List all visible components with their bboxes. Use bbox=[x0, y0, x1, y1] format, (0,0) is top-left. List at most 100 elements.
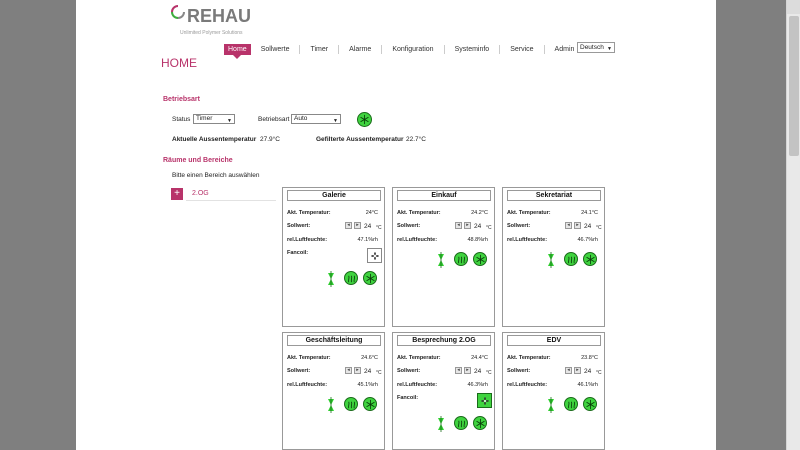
nav-sollwerte[interactable]: Sollwerte bbox=[257, 44, 294, 55]
setpoint-decrease-button[interactable]: ◂ bbox=[345, 222, 352, 229]
setpoint-unit: °C bbox=[486, 225, 492, 231]
chevron-down-icon: ▼ bbox=[607, 46, 612, 52]
snowflake-icon bbox=[365, 399, 375, 409]
app-page: REHAU Unlimited Polymer Solutions Home S… bbox=[76, 0, 716, 450]
language-select[interactable]: Deutsch ▼ bbox=[577, 42, 615, 53]
setpoint-increase-button[interactable]: ▸ bbox=[354, 222, 361, 229]
setpoint-value: 24 bbox=[364, 368, 372, 375]
room-card[interactable]: Sekretariat Akt. Temperatur: 24.1°C Sollwer… bbox=[502, 187, 605, 327]
room-name: Sekretariat bbox=[507, 190, 601, 201]
snowflake-icon bbox=[585, 254, 595, 264]
heating-indicator bbox=[564, 397, 578, 411]
setpoint-value: 24 bbox=[584, 368, 592, 375]
setpoint-unit: °C bbox=[376, 370, 382, 376]
setpoint-label: Sollwert: bbox=[287, 368, 311, 374]
setpoint-increase-button[interactable]: ▸ bbox=[354, 367, 361, 374]
valve-icon bbox=[548, 397, 554, 413]
setpoint-increase-button[interactable]: ▸ bbox=[574, 222, 581, 229]
outdoor-temp-value: 27.9°C bbox=[260, 136, 280, 143]
heating-wave-icon bbox=[347, 275, 355, 282]
temp-value: 24.4°C bbox=[471, 355, 488, 361]
setpoint-increase-button[interactable]: ▸ bbox=[574, 367, 581, 374]
status-select[interactable]: Timer ▼ bbox=[193, 114, 235, 124]
room-name: Galerie bbox=[287, 190, 381, 201]
temp-value: 24.6°C bbox=[361, 355, 378, 361]
room-name: Geschäftsleitung bbox=[287, 335, 381, 346]
humidity-label: rel.Luftfeuchte: bbox=[397, 237, 438, 243]
nav-konfiguration[interactable]: Konfiguration bbox=[388, 44, 437, 55]
cooling-indicator bbox=[473, 416, 487, 430]
nav-separator bbox=[443, 44, 445, 54]
area-label: 2.OG bbox=[192, 190, 209, 197]
setpoint-increase-button[interactable]: ▸ bbox=[464, 367, 471, 374]
rehau-logo: REHAU Unlimited Polymer Solutions bbox=[170, 4, 252, 40]
valve-icon bbox=[438, 416, 444, 432]
status-label: Status bbox=[172, 116, 191, 123]
room-card[interactable]: EDV Akt. Temperatur: 23.8°C Sollwert: ◂ ▸ 24 °C… bbox=[502, 332, 605, 450]
area-item-2og[interactable]: 2.OG bbox=[186, 187, 276, 201]
temp-value: 24.1°C bbox=[581, 210, 598, 216]
setpoint-unit: °C bbox=[486, 370, 492, 376]
temp-label: Akt. Temperatur: bbox=[507, 355, 551, 361]
temp-label: Akt. Temperatur: bbox=[287, 355, 331, 361]
nav-home[interactable]: Home bbox=[224, 43, 251, 59]
setpoint-decrease-button[interactable]: ◂ bbox=[565, 367, 572, 374]
snowflake-icon bbox=[585, 399, 595, 409]
room-card[interactable]: Geschäftsleitung Akt. Temperatur: 24.6°C So… bbox=[282, 332, 385, 450]
setpoint-label: Sollwert: bbox=[507, 368, 531, 374]
fancoil-toggle[interactable] bbox=[477, 393, 492, 408]
temp-label: Akt. Temperatur: bbox=[397, 355, 441, 361]
snowflake-icon bbox=[475, 418, 485, 428]
vertical-scrollbar[interactable] bbox=[786, 0, 800, 450]
humidity-label: rel.Luftfeuchte: bbox=[397, 382, 438, 388]
areas-heading: Räume und Bereiche bbox=[163, 157, 233, 164]
room-card[interactable]: Galerie Akt. Temperatur: 24°C Sollwert: ◂ ▸ 24… bbox=[282, 187, 385, 327]
nav-alarme[interactable]: Alarme bbox=[345, 44, 375, 55]
temp-value: 24°C bbox=[365, 210, 378, 216]
nav-admin[interactable]: Admin bbox=[551, 44, 579, 55]
brand-tagline: Unlimited Polymer Solutions bbox=[180, 30, 243, 36]
nav-separator bbox=[543, 44, 545, 54]
heating-indicator bbox=[454, 252, 468, 266]
fan-icon bbox=[370, 251, 379, 260]
scroll-up-arrow[interactable] bbox=[787, 0, 800, 14]
filtered-temp-label: Gefilterte Aussentemperatur bbox=[316, 136, 404, 143]
scrollbar-thumb[interactable] bbox=[789, 16, 799, 156]
heating-wave-icon bbox=[457, 420, 465, 427]
betriebsart-value: Auto bbox=[294, 115, 308, 122]
humidity-label: rel.Luftfeuchte: bbox=[287, 237, 328, 243]
setpoint-decrease-button[interactable]: ◂ bbox=[455, 222, 462, 229]
nav-service[interactable]: Service bbox=[506, 44, 537, 55]
humidity-label: rel.Luftfeuchte: bbox=[507, 237, 548, 243]
heating-indicator bbox=[454, 416, 468, 430]
temp-label: Akt. Temperatur: bbox=[507, 210, 551, 216]
brand-name: REHAU bbox=[187, 6, 252, 26]
setpoint-label: Sollwert: bbox=[397, 368, 421, 374]
expand-area-button[interactable]: + bbox=[171, 188, 183, 200]
nav-systeminfo[interactable]: Systeminfo bbox=[451, 44, 494, 55]
setpoint-value: 24 bbox=[474, 368, 482, 375]
setpoint-value: 24 bbox=[364, 223, 372, 230]
nav-timer[interactable]: Timer bbox=[306, 44, 332, 55]
humidity-value: 45.1%rh bbox=[357, 382, 379, 388]
page-title: HOME bbox=[161, 56, 197, 70]
chevron-down-icon: ▼ bbox=[227, 118, 232, 124]
betriebsart-select[interactable]: Auto ▼ bbox=[291, 114, 341, 124]
cooling-indicator bbox=[363, 397, 377, 411]
heating-indicator bbox=[564, 252, 578, 266]
fancoil-toggle[interactable] bbox=[367, 248, 382, 263]
humidity-value: 46.3%rh bbox=[467, 382, 489, 388]
setpoint-decrease-button[interactable]: ◂ bbox=[565, 222, 572, 229]
temp-label: Akt. Temperatur: bbox=[287, 210, 331, 216]
cooling-mode-icon[interactable] bbox=[357, 112, 372, 127]
room-card[interactable]: Besprechung 2.OG Akt. Temperatur: 24.4°C So… bbox=[392, 332, 495, 450]
setpoint-label: Sollwert: bbox=[397, 223, 421, 229]
room-card[interactable]: Einkauf Akt. Temperatur: 24.2°C Sollwert: ◂ ▸… bbox=[392, 187, 495, 327]
setpoint-decrease-button[interactable]: ◂ bbox=[455, 367, 462, 374]
temp-value: 23.8°C bbox=[581, 355, 598, 361]
setpoint-decrease-button[interactable]: ◂ bbox=[345, 367, 352, 374]
setpoint-unit: °C bbox=[596, 370, 602, 376]
setpoint-value: 24 bbox=[584, 223, 592, 230]
temp-label: Akt. Temperatur: bbox=[397, 210, 441, 216]
setpoint-increase-button[interactable]: ▸ bbox=[464, 222, 471, 229]
